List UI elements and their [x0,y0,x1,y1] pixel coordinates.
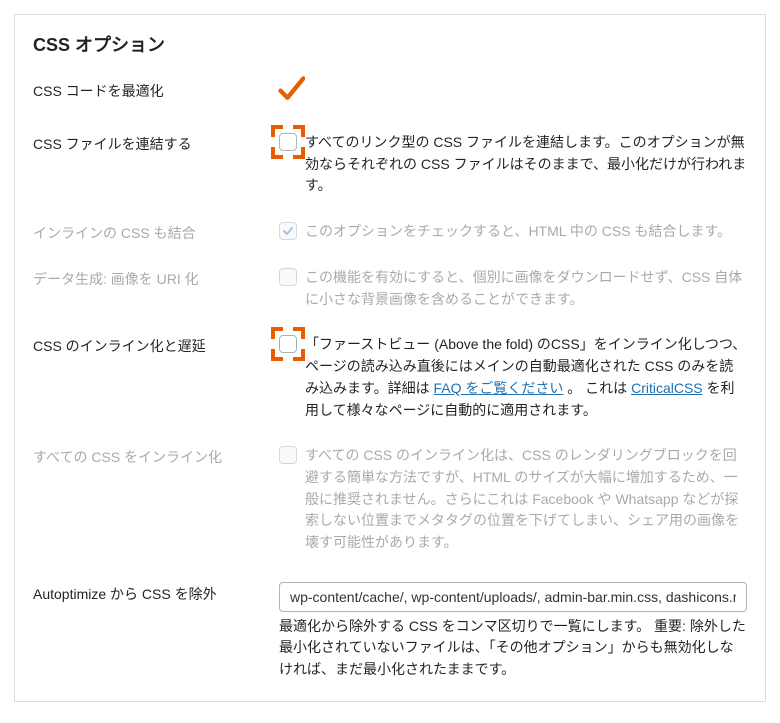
row-data-uri: データ生成: 画像を URI 化 この機能を有効にすると、個別に画像をダウンロー… [33,267,747,310]
row-combine-css: CSS ファイルを連結する すべてのリンク型の CSS ファイルを連結します。こ… [33,132,747,197]
row-inline-defer: CSS のインライン化と遅延 「ファーストビュー (Above the fold… [33,334,747,421]
label-optimize-css: CSS コードを最適化 [33,79,279,101]
label-exclude-css: Autoptimize から CSS を除外 [33,582,279,604]
checkbox-combine-css[interactable] [279,133,297,151]
css-options-panel: CSS オプション CSS コードを最適化 CSS ファイルを連結する [14,14,766,702]
label-data-uri: データ生成: 画像を URI 化 [33,267,279,289]
row-inline-all: すべての CSS をインライン化 すべての CSS のインライン化は、CSS の… [33,445,747,553]
desc-inline-all: すべての CSS のインライン化は、CSS のレンダリングブロックを回避する簡単… [305,445,747,553]
row-optimize-css: CSS コードを最適化 [33,79,747,108]
desc-inline-defer: 「ファーストビュー (Above the fold) のCSS」をインライン化し… [305,334,747,421]
section-title: CSS オプション [33,31,747,57]
checkbox-data-uri [279,268,297,286]
row-exclude-css: Autoptimize から CSS を除外 最適化から除外する CSS をコン… [33,582,747,681]
help-exclude-css: 最適化から除外する CSS をコンマ区切りで一覧にします。 重要: 除外した最小… [279,616,747,681]
checkbox-inline-defer[interactable] [279,335,297,353]
link-faq[interactable]: FAQ をご覧ください [434,380,564,396]
label-inline-all: すべての CSS をインライン化 [33,445,279,467]
desc-inline-css-also: このオプションをチェックすると、HTML 中の CSS も結合します。 [305,221,731,243]
desc-data-uri: この機能を有効にすると、個別に画像をダウンロードせず、CSS 自体に小さな背景画… [305,267,747,310]
checkbox-inline-all [279,446,297,464]
exclude-css-input[interactable] [279,582,747,612]
check-mark-icon [279,79,305,108]
label-inline-defer: CSS のインライン化と遅延 [33,334,279,356]
row-inline-css-also: インラインの CSS も結合 このオプションをチェックすると、HTML 中の C… [33,221,747,243]
label-inline-css-also: インラインの CSS も結合 [33,221,279,243]
checkbox-inline-css-also [279,222,297,240]
desc-combine-css: すべてのリンク型の CSS ファイルを連結します。このオプションが無効ならそれぞ… [305,132,747,197]
label-combine-css: CSS ファイルを連結する [33,132,279,154]
link-criticalcss[interactable]: CriticalCSS [631,380,703,396]
